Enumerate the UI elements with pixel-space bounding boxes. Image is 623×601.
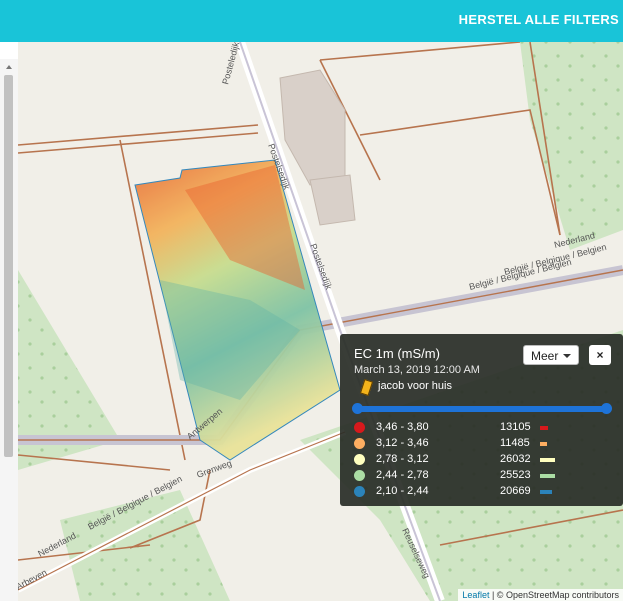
legend-color-dot <box>354 486 365 497</box>
scroll-up-icon[interactable] <box>6 65 12 69</box>
legend-panel: EC 1m (mS/m) March 13, 2019 12:00 AM Mee… <box>340 334 623 506</box>
legend-count-bar <box>540 426 548 430</box>
osm-attribution-text: | © OpenStreetMap contributors <box>491 590 619 600</box>
map-base: Posteledijk Postelsedijk Postelsedijk Be… <box>18 42 623 601</box>
map-view[interactable]: Posteledijk Postelsedijk Postelsedijk Be… <box>18 42 623 601</box>
legend-color-dot <box>354 454 365 465</box>
close-panel-button[interactable]: × <box>589 345 611 365</box>
legend-count: 20669 <box>500 485 531 497</box>
legend-color-dot <box>354 422 365 433</box>
layer-icon <box>359 378 374 397</box>
panel-date: March 13, 2019 12:00 AM <box>354 364 480 376</box>
legend-count: 25523 <box>500 469 531 481</box>
legend-range-label: 2,10 - 2,44 <box>376 485 429 497</box>
legend-color-dot <box>354 470 365 481</box>
legend-count-bar <box>540 442 547 446</box>
legend-count-bar <box>540 458 555 462</box>
caret-down-icon <box>563 354 571 358</box>
legend-range-label: 3,12 - 3,46 <box>376 437 429 449</box>
legend-count: 13105 <box>500 421 531 433</box>
legend-range-label: 2,44 - 2,78 <box>376 469 429 481</box>
legend-count-bar <box>540 490 552 494</box>
scrollbar-thumb[interactable] <box>4 75 13 457</box>
legend-range-label: 2,78 - 3,12 <box>376 453 429 465</box>
panel-title: EC 1m (mS/m) <box>354 346 440 361</box>
slider-min-handle[interactable] <box>352 403 363 414</box>
slider-max-handle[interactable] <box>601 403 612 414</box>
meer-label: Meer <box>531 349 559 363</box>
legend-range-label: 3,46 - 3,80 <box>376 421 429 433</box>
legend-count-bar <box>540 474 555 478</box>
scrollbar[interactable] <box>0 59 19 601</box>
top-bar: HERSTEL ALLE FILTERS <box>0 0 623 42</box>
map-attribution: Leaflet | © OpenStreetMap contributors <box>458 589 623 601</box>
legend-count: 26032 <box>500 453 531 465</box>
layer-name: jacob voor huis <box>378 380 452 392</box>
reset-all-filters-button[interactable]: HERSTEL ALLE FILTERS <box>459 12 619 27</box>
range-slider[interactable] <box>352 403 612 414</box>
leaflet-link[interactable]: Leaflet <box>462 590 489 600</box>
legend-color-dot <box>354 438 365 449</box>
legend-count: 11485 <box>500 437 530 449</box>
meer-dropdown-button[interactable]: Meer <box>523 345 579 365</box>
